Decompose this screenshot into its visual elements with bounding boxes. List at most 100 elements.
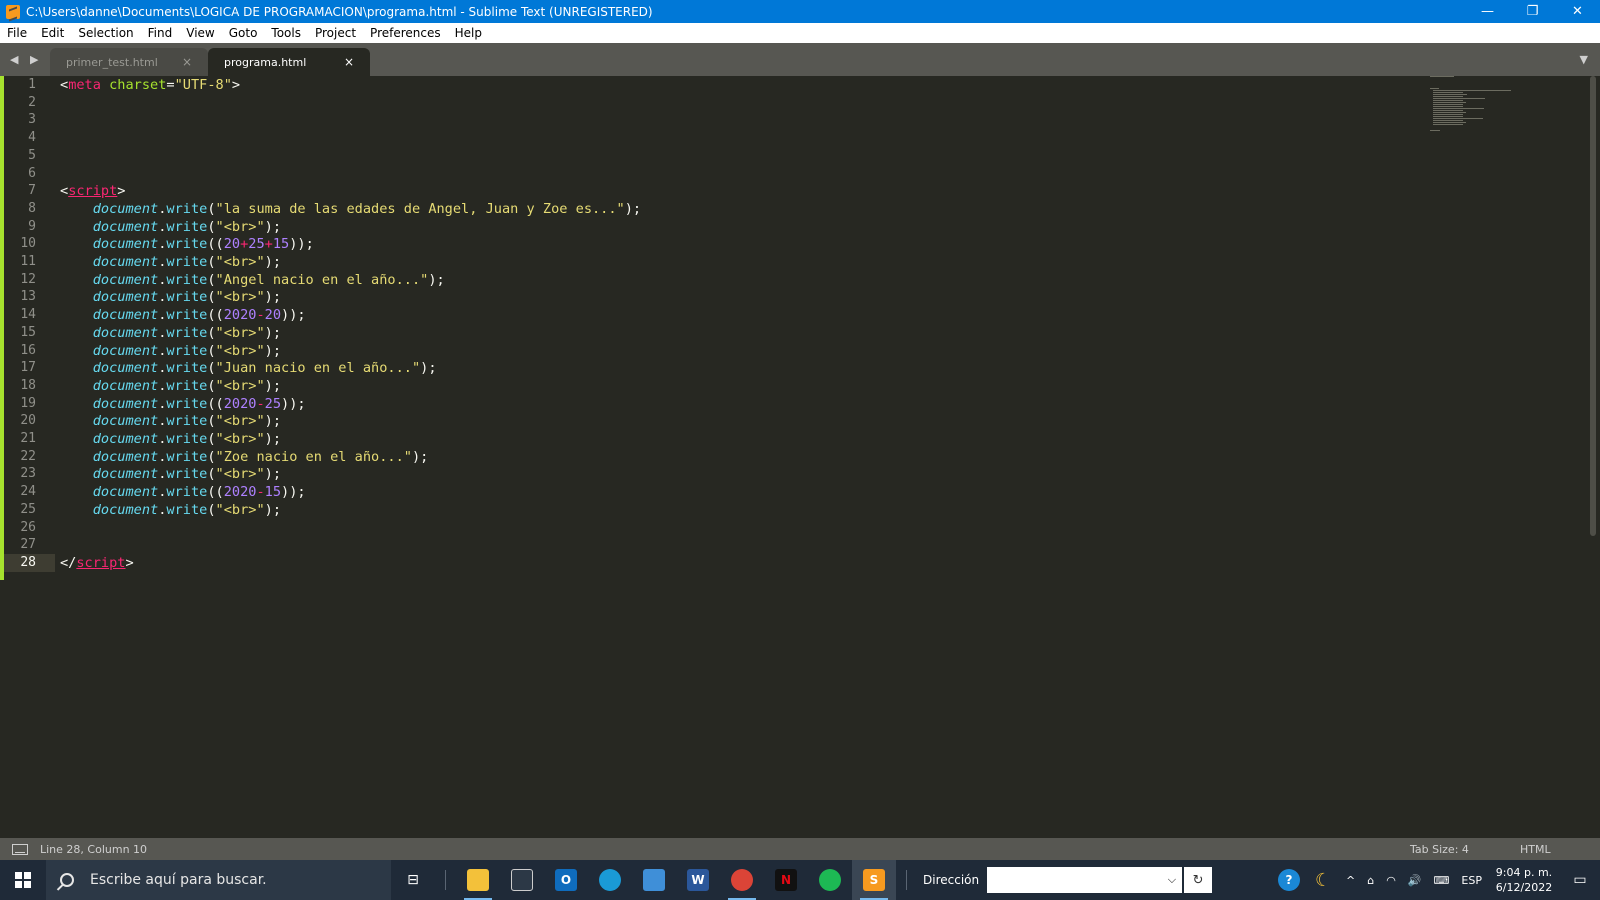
- chrome-icon: [731, 869, 753, 891]
- show-hidden-icons-icon[interactable]: ^: [1340, 874, 1361, 887]
- code-line[interactable]: document.write("<br>");: [60, 342, 281, 360]
- code-line[interactable]: document.write("<br>");: [60, 218, 281, 236]
- code-token: (: [207, 360, 216, 377]
- menu-project[interactable]: Project: [308, 26, 363, 40]
- code-line[interactable]: document.write((2020-15));: [60, 483, 306, 501]
- sublime-text-button[interactable]: S: [852, 860, 896, 900]
- clock[interactable]: 9:04 p. m. 6/12/2022: [1488, 865, 1560, 895]
- code-token: "la suma de las edades de Angel, Juan y …: [215, 200, 625, 217]
- taskbar-search[interactable]: Escribe aquí para buscar.: [46, 860, 391, 900]
- code-line[interactable]: <meta charset="UTF-8">: [60, 76, 240, 94]
- meet-now-icon[interactable]: ⌂: [1361, 874, 1380, 887]
- code-token: document: [92, 254, 159, 270]
- file-explorer-button[interactable]: [456, 860, 500, 900]
- menu-edit[interactable]: Edit: [34, 26, 71, 40]
- word-button[interactable]: W: [676, 860, 720, 900]
- tab-label: primer_test.html: [66, 55, 158, 69]
- code-line[interactable]: <script>: [60, 182, 125, 200]
- code-token: (: [207, 466, 216, 483]
- wifi-icon[interactable]: ◠: [1380, 874, 1402, 887]
- code-token: 2020: [223, 484, 257, 501]
- minimize-button[interactable]: —: [1465, 0, 1510, 23]
- line-number: 18: [20, 377, 36, 393]
- help-icon[interactable]: ?: [1272, 869, 1306, 891]
- tab-programa[interactable]: programa.html ×: [208, 48, 370, 76]
- microphone-app-button[interactable]: [500, 860, 544, 900]
- vertical-scrollbar[interactable]: [1590, 76, 1596, 536]
- address-refresh-icon[interactable]: ↻: [1184, 867, 1213, 893]
- panel-toggle-icon[interactable]: [12, 843, 28, 855]
- code-line[interactable]: document.write((2020-25));: [60, 395, 306, 413]
- menu-find[interactable]: Find: [141, 26, 180, 40]
- menu-preferences[interactable]: Preferences: [363, 26, 448, 40]
- code-line[interactable]: document.write("Juan nacio en el año..."…: [60, 359, 437, 377]
- menu-goto[interactable]: Goto: [222, 26, 265, 40]
- menu-file[interactable]: File: [0, 26, 34, 40]
- code-line[interactable]: document.write("<br>");: [60, 465, 281, 483]
- volume-icon[interactable]: 🔊: [1402, 874, 1428, 887]
- spotify-button[interactable]: [808, 860, 852, 900]
- netflix-button[interactable]: N: [764, 860, 808, 900]
- tab-nav-arrows-icon[interactable]: ◀ ▶: [10, 53, 42, 66]
- night-light-icon[interactable]: ☾: [1306, 869, 1340, 891]
- word-icon: W: [687, 869, 709, 891]
- code-token: 2020: [223, 307, 257, 324]
- tab-size[interactable]: Tab Size: 4: [1410, 843, 1520, 856]
- code-line[interactable]: document.write("Angel nacio en el año...…: [60, 271, 445, 289]
- start-button[interactable]: [0, 860, 46, 900]
- menu-selection[interactable]: Selection: [71, 26, 140, 40]
- code-line[interactable]: document.write("<br>");: [60, 377, 281, 395]
- code-line[interactable]: document.write("<br>");: [60, 412, 281, 430]
- chrome-button[interactable]: [720, 860, 764, 900]
- code-token: (: [207, 377, 216, 394]
- notification-icon[interactable]: ▭: [1560, 872, 1600, 888]
- task-view-button[interactable]: ⊟: [391, 860, 435, 900]
- code-line[interactable]: document.write("<br>");: [60, 501, 281, 519]
- menu-tools[interactable]: Tools: [264, 26, 308, 40]
- window-title: C:\Users\danne\Documents\LOGICA DE PROGR…: [26, 4, 653, 19]
- close-button[interactable]: ✕: [1555, 0, 1600, 23]
- code-token: (: [207, 448, 216, 465]
- code-line[interactable]: document.write("Zoe nacio en el año...")…: [60, 448, 429, 466]
- code-line[interactable]: document.write("<br>");: [60, 430, 281, 448]
- folder-icon: [467, 869, 489, 891]
- code-line[interactable]: document.write("la suma de las edades de…: [60, 200, 641, 218]
- code-line[interactable]: document.write("<br>");: [60, 288, 281, 306]
- minimap-line: [1433, 94, 1468, 95]
- code-line[interactable]: </script>: [60, 554, 134, 572]
- windows-logo-icon: [15, 872, 31, 888]
- code-editor[interactable]: 1 2 3 4 5 6 7 8 9 10 11 12 13 14 15 16 17 18 19 20 21 22 23 24 2…: [0, 76, 1600, 838]
- minimap-line: [1430, 130, 1440, 131]
- code-line[interactable]: document.write("<br>");: [60, 324, 281, 342]
- minimap-line: [1433, 104, 1463, 105]
- address-input[interactable]: ⌵: [987, 867, 1183, 893]
- address-dropdown-icon[interactable]: ⌵: [1168, 873, 1176, 887]
- syntax-mode[interactable]: HTML: [1520, 843, 1600, 856]
- edge-button[interactable]: [588, 860, 632, 900]
- task-view-icon: ⊟: [407, 872, 419, 888]
- minimap[interactable]: [1430, 76, 1520, 146]
- code-area[interactable]: <meta charset="UTF-8"> <script> document.…: [60, 76, 1400, 838]
- outlook-button[interactable]: O: [544, 860, 588, 900]
- restore-button[interactable]: ❐: [1510, 0, 1555, 23]
- menu-view[interactable]: View: [179, 26, 221, 40]
- line-number: 19: [20, 395, 36, 411]
- code-token: document: [92, 271, 159, 288]
- line-number-gutter: 1 2 3 4 5 6 7 8 9 10 11 12 13 14 15 16 17 18 19 20 21 22 23 24 2…: [0, 76, 55, 838]
- tab-list-dropdown-icon[interactable]: ▼: [1580, 53, 1588, 66]
- tab-close-icon[interactable]: ×: [344, 55, 354, 69]
- code-line[interactable]: document.write((2020-20));: [60, 306, 306, 324]
- keyboard-icon[interactable]: ⌨: [1428, 874, 1456, 887]
- app-button[interactable]: [632, 860, 676, 900]
- input-language[interactable]: ESP: [1455, 874, 1488, 887]
- menu-help[interactable]: Help: [448, 26, 489, 40]
- code-token: document: [92, 501, 159, 518]
- code-token: document: [92, 377, 159, 394]
- code-line[interactable]: document.write("<br>");: [60, 253, 281, 271]
- code-line[interactable]: document.write((20+25+15));: [60, 235, 314, 253]
- tab-primer-test[interactable]: primer_test.html ×: [50, 48, 208, 76]
- tab-close-icon[interactable]: ×: [182, 55, 192, 69]
